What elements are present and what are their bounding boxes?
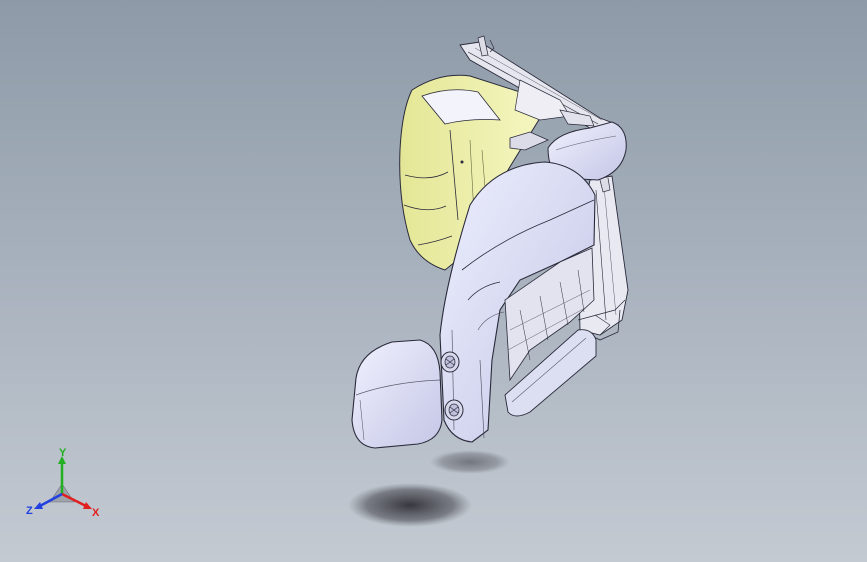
y-axis-label: Y [59, 448, 67, 459]
model-shadow-upper [430, 450, 510, 474]
coordinate-triad: Y X Z [26, 448, 100, 519]
adjust-knob-lower[interactable] [444, 399, 464, 421]
graphics-viewport[interactable]: Y X Z [0, 0, 867, 562]
headrest-lower[interactable] [351, 339, 443, 449]
z-axis-label: Z [26, 505, 33, 517]
adjust-knob-upper[interactable] [440, 351, 460, 373]
model-shadow [348, 483, 472, 527]
cad-model-view[interactable] [0, 0, 867, 562]
x-axis-label: X [92, 507, 100, 519]
